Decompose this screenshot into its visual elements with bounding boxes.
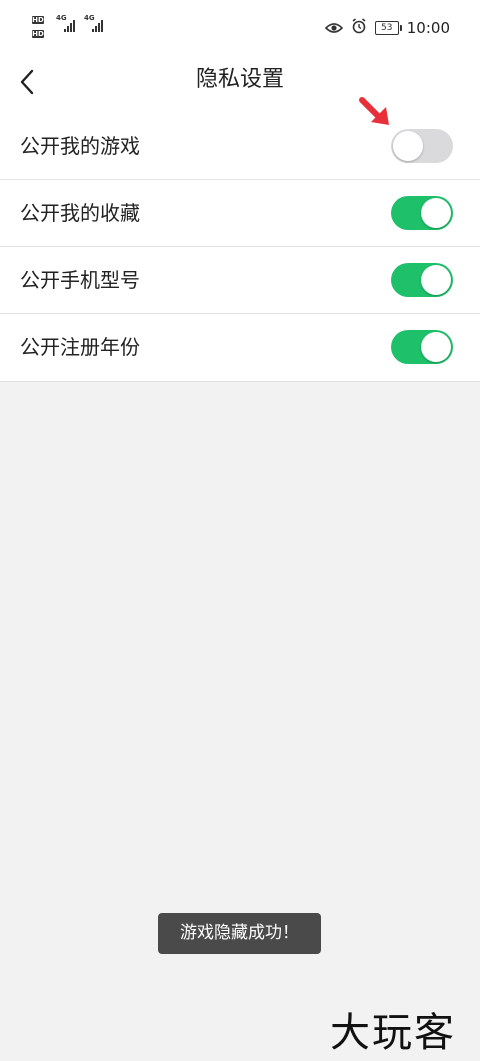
status-bar: HD HD 4G 4G 53 10:00 <box>0 0 480 56</box>
alarm-icon <box>351 18 367 38</box>
public-phone-model-toggle[interactable] <box>391 263 453 297</box>
setting-row-public-phone-model: 公开手机型号 <box>0 247 480 314</box>
status-right: 53 10:00 <box>324 18 450 38</box>
public-favorites-toggle[interactable] <box>391 196 453 230</box>
toggle-knob <box>393 131 423 161</box>
signal-indicators: HD HD 4G 4G <box>32 14 112 44</box>
setting-row-public-favorites: 公开我的收藏 <box>0 180 480 247</box>
setting-label: 公开我的收藏 <box>20 201 140 225</box>
hd-badge-sim2: HD <box>32 30 44 38</box>
page-title: 隐私设置 <box>195 67 284 92</box>
setting-label: 公开注册年份 <box>20 335 140 359</box>
toggle-knob <box>421 332 451 362</box>
public-register-year-toggle[interactable] <box>391 330 453 364</box>
hd-badge-sim1: HD <box>32 16 44 24</box>
toast-message: 游戏隐藏成功！ <box>158 913 321 954</box>
battery-icon: 53 <box>374 21 402 35</box>
eye-icon <box>324 19 343 38</box>
setting-label: 公开手机型号 <box>20 268 140 292</box>
toggle-knob <box>421 265 451 295</box>
navigation-bar: 隐私设置 <box>0 56 480 113</box>
toggle-knob <box>421 198 451 228</box>
privacy-settings-list: 公开我的游戏 公开我的收藏 公开手机型号 公开注册年份 <box>0 113 480 382</box>
public-games-toggle[interactable] <box>391 129 453 163</box>
red-arrow-icon <box>358 94 392 128</box>
setting-row-public-register-year: 公开注册年份 <box>0 314 480 381</box>
sim2-signal-icon <box>92 18 103 32</box>
watermark-logo: 大玩客 <box>330 1010 456 1056</box>
setting-row-public-games: 公开我的游戏 <box>0 113 480 180</box>
status-time: 10:00 <box>406 19 450 37</box>
setting-label: 公开我的游戏 <box>20 134 140 158</box>
sim1-signal-icon <box>64 18 75 32</box>
